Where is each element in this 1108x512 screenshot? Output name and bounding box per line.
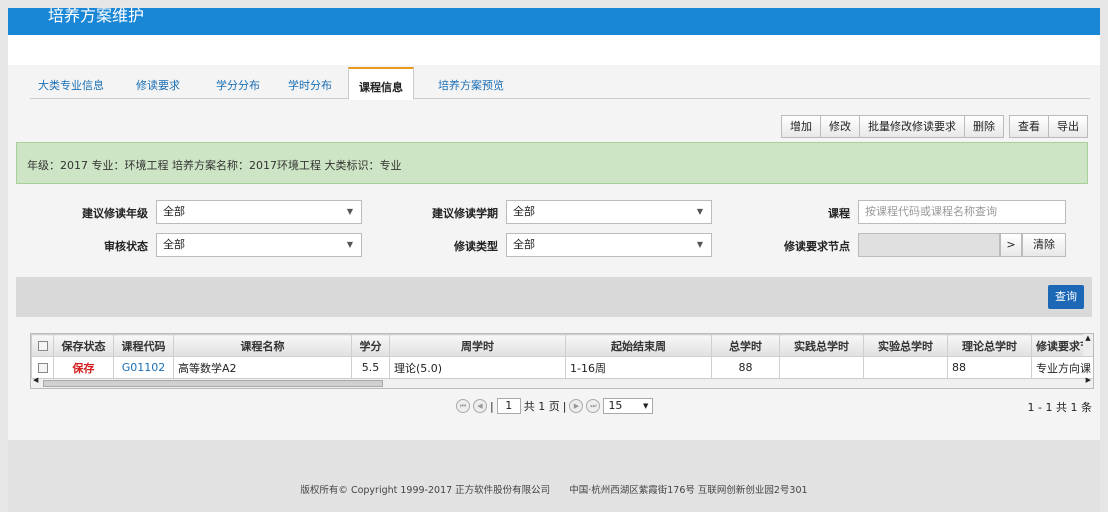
total-pages: 共 1 页 xyxy=(523,400,560,413)
weekly-hours-cell: 理论(5.0) xyxy=(389,356,566,379)
type-select[interactable]: 全部 ▼ xyxy=(506,233,712,257)
course-label: 课程 xyxy=(828,207,850,220)
tab-requirements[interactable]: 修读要求 xyxy=(136,77,180,93)
main-panel: 大类专业信息 修读要求 学分分布 学时分布 课程信息 培养方案预览 增加 修改 … xyxy=(8,65,1100,440)
theory-hours-cell: 88 xyxy=(947,356,1032,379)
table-row[interactable]: 保存 G01102 高等数学A2 5.5 理论(5.0) 1-16周 88 88… xyxy=(31,356,1093,379)
pager-controls: ⏮ ◀ | 1 共 1 页 | ▶ ⏭ 15 ▼ xyxy=(456,398,654,414)
chevron-down-icon: ▼ xyxy=(346,207,353,216)
first-page-icon[interactable]: ⏮ xyxy=(456,399,470,413)
clear-button[interactable]: 清除 xyxy=(1022,233,1066,257)
edit-button[interactable]: 修改 xyxy=(821,115,860,138)
filter-panel: 建议修读年级 全部 ▼ 建议修读学期 全部 ▼ 课程 按课程代码或课程名称查询 … xyxy=(8,195,1100,275)
course-table: 保存状态 课程代码 课程名称 学分 周学时 起始结束周 总学时 实践总学时 实验… xyxy=(30,333,1094,389)
grade-select-value: 全部 xyxy=(163,205,185,218)
col-header[interactable]: 保存状态 xyxy=(53,334,114,357)
batch-edit-button[interactable]: 批量修改修读要求 xyxy=(860,115,965,138)
course-name-cell: 高等数学A2 xyxy=(173,356,352,379)
lab-hours-cell xyxy=(863,356,948,379)
tab-bar: 大类专业信息 修读要求 学分分布 学时分布 课程信息 培养方案预览 xyxy=(30,67,1090,100)
plan-info-text: 年级：2017 专业：环境工程 培养方案名称：2017环境工程 大类标识：专业 xyxy=(27,159,402,172)
term-label: 建议修读学期 xyxy=(432,207,498,220)
scroll-thumb[interactable] xyxy=(43,380,383,387)
col-header[interactable]: 周学时 xyxy=(389,334,566,357)
pager: ⏮ ◀ | 1 共 1 页 | ▶ ⏭ 15 ▼ 1 - 1 共 1 条 xyxy=(8,398,1100,418)
scroll-right-icon[interactable]: ▶ xyxy=(1086,376,1091,384)
vertical-scrollbar[interactable]: ▲ xyxy=(1083,334,1093,356)
tab-hour-distribution[interactable]: 学时分布 xyxy=(288,77,332,93)
col-header[interactable]: 实践总学时 xyxy=(779,334,864,357)
chevron-down-icon: ▼ xyxy=(643,402,649,410)
node-select-button[interactable]: > xyxy=(1000,233,1022,257)
node-label: 修读要求节点 xyxy=(784,240,850,253)
review-label: 审核状态 xyxy=(104,240,148,253)
tab-major-info[interactable]: 大类专业信息 xyxy=(38,77,104,93)
title-bar: 培养方案维护 xyxy=(8,6,1100,35)
credit-cell: 5.5 xyxy=(351,356,390,379)
chevron-down-icon: ▼ xyxy=(696,240,703,249)
last-page-icon[interactable]: ⏭ xyxy=(586,399,601,413)
term-select-value: 全部 xyxy=(513,205,535,218)
tab-course-info[interactable]: 课程信息 xyxy=(348,67,414,100)
next-page-icon[interactable]: ▶ xyxy=(569,399,584,413)
grade-select[interactable]: 全部 ▼ xyxy=(156,200,362,224)
col-header[interactable]: 课程代码 xyxy=(113,334,174,357)
status-cell: 保存 xyxy=(53,356,114,379)
col-header[interactable]: 理论总学时 xyxy=(947,334,1032,357)
page-size-select[interactable]: 15 ▼ xyxy=(603,398,654,414)
course-search-input[interactable]: 按课程代码或课程名称查询 xyxy=(858,200,1066,224)
node-input[interactable] xyxy=(858,233,1000,257)
prev-page-icon[interactable]: ◀ xyxy=(473,399,487,413)
course-code-link[interactable]: G01102 xyxy=(113,356,174,379)
address-text: 中国·杭州西湖区紫霞街176号 互联网创新创业园2号301 xyxy=(569,485,808,496)
export-button[interactable]: 导出 xyxy=(1049,115,1088,138)
query-bar: 查询 xyxy=(16,277,1092,317)
plan-info-bar: 年级：2017 专业：环境工程 培养方案名称：2017环境工程 大类标识：专业 xyxy=(16,142,1088,184)
record-summary: 1 - 1 共 1 条 xyxy=(1027,401,1092,414)
practice-hours-cell xyxy=(779,356,864,379)
pager-divider: | xyxy=(562,399,567,413)
node-cell: 专业方向课 xyxy=(1031,356,1093,379)
type-label: 修读类型 xyxy=(454,240,498,253)
total-hours-cell: 88 xyxy=(711,356,780,379)
footer: 版权所有© Copyright 1999-2017 正方软件股份有限公司 中国·… xyxy=(8,440,1100,512)
chevron-down-icon: ▼ xyxy=(696,207,703,216)
term-select[interactable]: 全部 ▼ xyxy=(506,200,712,224)
delete-button[interactable]: 删除 xyxy=(965,115,1004,138)
pager-divider: | xyxy=(490,399,494,413)
grade-label: 建议修读年级 xyxy=(82,207,148,220)
select-all-checkbox[interactable] xyxy=(31,334,54,357)
footer-text: 版权所有© Copyright 1999-2017 正方软件股份有限公司 中国·… xyxy=(8,482,1100,496)
col-header[interactable]: 学分 xyxy=(351,334,390,357)
review-select[interactable]: 全部 ▼ xyxy=(156,233,362,257)
type-select-value: 全部 xyxy=(513,238,535,251)
col-header[interactable]: 实验总学时 xyxy=(863,334,948,357)
tab-credit-distribution[interactable]: 学分分布 xyxy=(216,77,260,93)
weeks-cell: 1-16周 xyxy=(565,356,712,379)
page-size-value: 15 xyxy=(608,399,623,412)
toolbar: 增加 修改 批量修改修读要求 删除 查看 导出 xyxy=(781,115,1088,138)
col-header[interactable]: 课程名称 xyxy=(173,334,352,357)
col-header[interactable]: 总学时 xyxy=(711,334,780,357)
query-button[interactable]: 查询 xyxy=(1048,285,1084,309)
table-header-row: 保存状态 课程代码 课程名称 学分 周学时 起始结束周 总学时 实践总学时 实验… xyxy=(31,334,1093,357)
view-button[interactable]: 查看 xyxy=(1009,115,1049,138)
header-spacer xyxy=(8,35,1100,65)
col-header[interactable]: 起始结束周 xyxy=(565,334,712,357)
page-number-input[interactable]: 1 xyxy=(496,398,521,414)
app-title: 培养方案维护 xyxy=(48,6,145,25)
tab-plan-preview[interactable]: 培养方案预览 xyxy=(438,77,504,93)
chevron-down-icon: ▼ xyxy=(346,240,353,249)
copyright-text: 版权所有© Copyright 1999-2017 正方软件股份有限公司 xyxy=(300,485,551,496)
review-select-value: 全部 xyxy=(163,238,185,251)
horizontal-scrollbar[interactable]: ◀ ▶ xyxy=(31,376,1093,388)
scroll-left-icon[interactable]: ◀ xyxy=(33,376,38,384)
add-button[interactable]: 增加 xyxy=(781,115,821,138)
